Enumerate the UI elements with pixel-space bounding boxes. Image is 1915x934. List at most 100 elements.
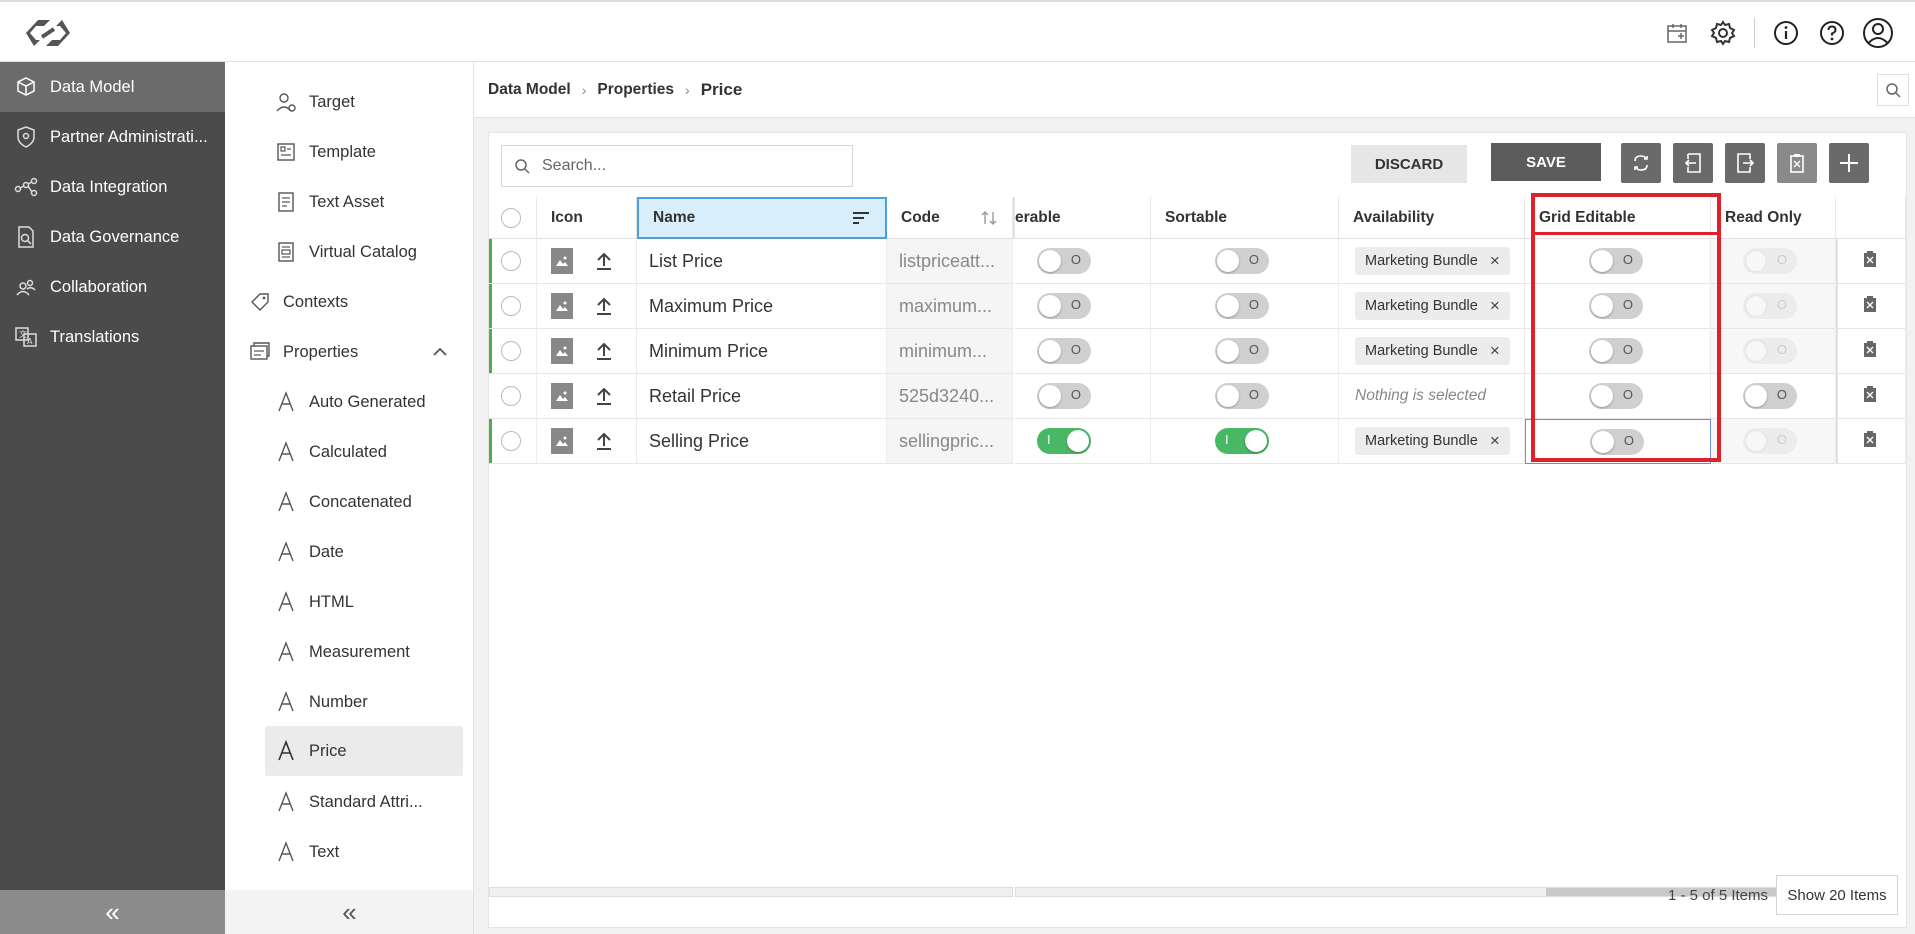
subnav-item-price[interactable]: Price [265, 726, 463, 776]
column-header-code[interactable]: Code [887, 197, 1013, 239]
discard-button[interactable]: DISCARD [1351, 145, 1467, 183]
sortable-toggle[interactable]: I [1215, 428, 1269, 454]
column-header-read-only[interactable]: Read Only [1711, 197, 1836, 239]
chip-remove-icon[interactable]: × [1490, 341, 1500, 361]
availability-chip[interactable]: Marketing Bundle × [1355, 427, 1510, 455]
upload-icon[interactable] [593, 428, 615, 454]
subnav-item-measurement[interactable]: Measurement [275, 628, 410, 676]
export-button[interactable] [1725, 143, 1765, 183]
subnav-item-properties[interactable]: Properties [249, 328, 461, 376]
sort-icon[interactable] [980, 209, 998, 227]
select-all-checkbox[interactable] [501, 207, 521, 228]
sortable-toggle[interactable]: O [1215, 338, 1269, 364]
save-button[interactable]: SAVE [1491, 143, 1601, 181]
subnav-item-concatenated[interactable]: Concatenated [275, 478, 412, 526]
availability-chip[interactable]: Marketing Bundle × [1355, 247, 1510, 275]
filterable-toggle[interactable]: I [1037, 428, 1091, 454]
subnav-item-auto-generated[interactable]: Auto Generated [275, 378, 426, 426]
nav-item-translations[interactable]: 文A Translations [0, 312, 225, 362]
collapse-nav-button[interactable]: « [0, 890, 225, 934]
row-select-checkbox[interactable] [501, 386, 521, 406]
sortable-toggle[interactable]: O [1215, 383, 1269, 409]
row-availability-cell[interactable]: Marketing Bundle × [1339, 284, 1525, 329]
image-icon[interactable] [551, 383, 573, 409]
delete-row-icon[interactable] [1862, 430, 1878, 453]
collapse-subnav-button[interactable]: « [225, 890, 473, 934]
breadcrumb-data-model[interactable]: Data Model [488, 81, 571, 99]
subnav-item-template[interactable]: Template [275, 128, 376, 176]
nav-item-data-model[interactable]: Data Model [0, 62, 225, 112]
availability-chip[interactable]: Marketing Bundle × [1355, 292, 1510, 320]
row-select-checkbox[interactable] [501, 341, 521, 361]
row-select-checkbox[interactable] [501, 251, 521, 271]
help-icon[interactable] [1809, 16, 1855, 50]
image-icon[interactable] [551, 293, 573, 319]
column-header-availability[interactable]: Availability [1339, 197, 1525, 239]
delete-selected-button[interactable] [1777, 143, 1817, 183]
row-availability-cell[interactable]: Nothing is selected [1339, 374, 1525, 419]
search-input[interactable] [542, 157, 832, 175]
breadcrumb-properties[interactable]: Properties [597, 81, 674, 99]
filterable-toggle[interactable]: O [1037, 383, 1091, 409]
subnav-item-date[interactable]: Date [275, 528, 344, 576]
nav-item-partner-administration[interactable]: Partner Administrati... [0, 112, 225, 162]
availability-chip[interactable]: Marketing Bundle × [1355, 337, 1510, 365]
info-icon[interactable] [1763, 16, 1809, 50]
delete-row-icon[interactable] [1862, 250, 1878, 273]
delete-row-icon[interactable] [1862, 385, 1878, 408]
pinned-scrollbar[interactable] [489, 887, 1013, 897]
subnav-item-text[interactable]: Text [275, 828, 339, 876]
nav-item-data-integration[interactable]: Data Integration [0, 162, 225, 212]
row-select-checkbox[interactable] [501, 296, 521, 316]
subnav-item-html[interactable]: HTML [275, 578, 354, 626]
import-button[interactable] [1673, 143, 1713, 183]
chip-remove-icon[interactable]: × [1490, 251, 1500, 271]
user-icon[interactable] [1855, 16, 1901, 50]
chevron-up-icon[interactable] [431, 343, 449, 361]
chip-remove-icon[interactable]: × [1490, 431, 1500, 451]
row-name-cell[interactable]: Minimum Price [637, 329, 887, 374]
delete-row-icon[interactable] [1862, 340, 1878, 363]
filterable-toggle[interactable]: O [1037, 338, 1091, 364]
image-icon[interactable] [551, 248, 573, 274]
row-name-cell[interactable]: Selling Price [637, 419, 887, 464]
column-header-filterable[interactable]: erable [1015, 197, 1151, 239]
row-name-cell[interactable]: Retail Price [637, 374, 887, 419]
column-header-sortable[interactable]: Sortable [1151, 197, 1339, 239]
upload-icon[interactable] [593, 248, 615, 274]
image-icon[interactable] [551, 338, 573, 364]
row-name-cell[interactable]: List Price [637, 239, 887, 284]
column-header-name[interactable]: Name [637, 197, 887, 239]
delete-row-icon[interactable] [1862, 295, 1878, 318]
image-icon[interactable] [551, 428, 573, 454]
filterable-toggle[interactable]: O [1037, 248, 1091, 274]
upload-icon[interactable] [593, 338, 615, 364]
grid-search[interactable] [501, 145, 853, 187]
upload-icon[interactable] [593, 293, 615, 319]
subnav-item-standard-attribute[interactable]: Standard Attri... [275, 778, 423, 826]
subnav-item-calculated[interactable]: Calculated [275, 428, 387, 476]
calendar-icon[interactable] [1654, 16, 1700, 50]
refresh-button[interactable] [1621, 143, 1661, 183]
chip-remove-icon[interactable]: × [1490, 296, 1500, 316]
search-icon[interactable] [1877, 74, 1909, 106]
column-header-icon[interactable]: Icon [537, 197, 637, 239]
subnav-item-target[interactable]: Target [275, 78, 355, 126]
sortable-toggle[interactable]: O [1215, 248, 1269, 274]
sortable-toggle[interactable]: O [1215, 293, 1269, 319]
read-only-toggle[interactable]: O [1743, 383, 1797, 409]
add-button[interactable] [1829, 143, 1869, 183]
nav-item-collaboration[interactable]: Collaboration [0, 262, 225, 312]
sort-icon[interactable] [851, 210, 871, 226]
page-size-button[interactable]: Show 20 Items [1776, 875, 1898, 915]
subnav-item-number[interactable]: Number [275, 678, 368, 726]
row-name-cell[interactable]: Maximum Price [637, 284, 887, 329]
gear-icon[interactable] [1700, 16, 1746, 50]
subnav-item-virtual-catalog[interactable]: Virtual Catalog [275, 228, 417, 276]
row-availability-cell[interactable]: Marketing Bundle × [1339, 239, 1525, 284]
subnav-item-contexts[interactable]: Contexts [249, 278, 348, 326]
filterable-toggle[interactable]: O [1037, 293, 1091, 319]
row-availability-cell[interactable]: Marketing Bundle × [1339, 329, 1525, 374]
upload-icon[interactable] [593, 383, 615, 409]
row-select-checkbox[interactable] [501, 431, 521, 451]
